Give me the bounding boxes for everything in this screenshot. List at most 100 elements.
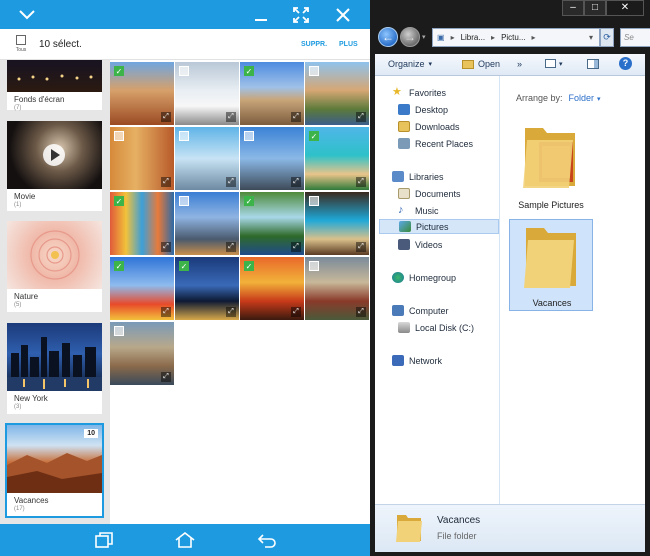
refresh-icon[interactable]: ⟳: [600, 28, 614, 47]
nav-computer[interactable]: Computer: [392, 303, 449, 318]
search-input[interactable]: Se: [620, 28, 650, 47]
breadcrumb-libraries[interactable]: Libra...: [461, 33, 485, 42]
minimize-icon[interactable]: [250, 0, 272, 29]
expand-icon[interactable]: ⤢: [356, 177, 366, 187]
change-view-icon[interactable]: ▾: [545, 59, 563, 68]
expand-icon[interactable]: ⤢: [356, 242, 366, 252]
open-button[interactable]: Open: [462, 59, 500, 69]
photo-tile[interactable]: ⤢: [305, 192, 369, 255]
minimize-button[interactable]: –: [562, 0, 584, 16]
back-icon[interactable]: [254, 526, 280, 554]
more-button[interactable]: PLUS: [339, 41, 358, 48]
album-nature[interactable]: Nature (5): [7, 221, 102, 312]
photo-tile[interactable]: ⤢: [175, 192, 239, 255]
photo-tile[interactable]: ⤢: [240, 127, 304, 190]
nav-local-disk[interactable]: Local Disk (C:): [398, 320, 474, 335]
expand-icon[interactable]: ⤢: [226, 242, 236, 252]
nav-pictures[interactable]: Pictures: [379, 219, 499, 234]
photo-checkbox[interactable]: [114, 326, 124, 336]
expand-icon[interactable]: ⤢: [291, 112, 301, 122]
photo-checkbox[interactable]: ✓: [244, 196, 254, 206]
expand-icon[interactable]: ⤢: [226, 177, 236, 187]
expand-icon[interactable]: ⤢: [161, 307, 171, 317]
photo-checkbox[interactable]: ✓: [309, 131, 319, 141]
photo-checkbox[interactable]: [179, 131, 189, 141]
close-button[interactable]: ✕: [606, 0, 644, 16]
dropdown-arrow-icon[interactable]: ▾: [597, 96, 601, 103]
expand-icon[interactable]: ⤢: [356, 307, 366, 317]
photo-tile[interactable]: ⤢: [305, 257, 369, 320]
photo-tile[interactable]: ✓ ⤢: [240, 192, 304, 255]
photo-checkbox[interactable]: ✓: [114, 261, 124, 271]
photo-tile[interactable]: ⤢: [175, 62, 239, 125]
expand-icon[interactable]: ⤢: [226, 112, 236, 122]
collapse-chevron-icon[interactable]: [16, 0, 38, 29]
nav-homegroup[interactable]: Homegroup: [392, 270, 456, 285]
select-all-checkbox[interactable]: Tous: [14, 35, 28, 55]
nav-desktop[interactable]: Desktop: [398, 102, 448, 117]
nav-documents[interactable]: Documents: [398, 186, 461, 201]
nav-network[interactable]: Network: [392, 353, 442, 368]
photo-checkbox[interactable]: ✓: [114, 66, 124, 76]
forward-arrow-icon[interactable]: →: [400, 27, 420, 47]
folder-sample-pictures[interactable]: Sample Pictures: [509, 120, 593, 212]
photo-checkbox[interactable]: [114, 131, 124, 141]
preview-pane-icon[interactable]: [587, 59, 599, 69]
expand-icon[interactable]: ⤢: [291, 242, 301, 252]
photo-checkbox[interactable]: [179, 196, 189, 206]
photo-tile[interactable]: ⤢: [110, 127, 174, 190]
photo-tile[interactable]: ✓ ⤢: [305, 127, 369, 190]
photo-tile[interactable]: ✓ ⤢: [175, 257, 239, 320]
album-fonds-d-ecran[interactable]: Fonds d'écran (7): [7, 60, 102, 111]
photo-checkbox[interactable]: ✓: [244, 66, 254, 76]
photo-tile[interactable]: ⤢: [175, 127, 239, 190]
nav-downloads[interactable]: Downloads: [398, 119, 460, 134]
photo-tile[interactable]: ⤢: [305, 62, 369, 125]
photo-tile[interactable]: ✓ ⤢: [240, 257, 304, 320]
photo-tile[interactable]: ✓ ⤢: [240, 62, 304, 125]
nav-favorites[interactable]: ★ Favorites: [392, 85, 446, 100]
expand-icon[interactable]: ⤢: [161, 112, 171, 122]
maximize-button[interactable]: □: [584, 0, 606, 16]
fullscreen-icon[interactable]: [290, 0, 312, 29]
organize-button[interactable]: Organize ▾: [388, 59, 432, 69]
expand-icon[interactable]: ⤢: [161, 177, 171, 187]
expand-icon[interactable]: ⤢: [161, 372, 171, 382]
folder-vacances[interactable]: Vacances: [509, 219, 593, 311]
nav-libraries[interactable]: Libraries: [392, 169, 444, 184]
address-path[interactable]: ▣ ▸ Libra... ▸ Pictu... ▸ ▾: [432, 28, 600, 47]
photo-tile[interactable]: ✓ ⤢: [110, 257, 174, 320]
expand-icon[interactable]: ⤢: [226, 307, 236, 317]
expand-icon[interactable]: ⤢: [356, 112, 366, 122]
nav-recent-places[interactable]: Recent Places: [398, 136, 473, 151]
expand-icon[interactable]: ⤢: [291, 307, 301, 317]
album-new-york[interactable]: New York (3): [7, 323, 102, 414]
photo-checkbox[interactable]: ✓: [244, 261, 254, 271]
more-commands-icon[interactable]: »: [517, 59, 522, 69]
path-dropdown-icon[interactable]: ▾: [589, 33, 593, 42]
photo-checkbox[interactable]: [244, 131, 254, 141]
history-dropdown-icon[interactable]: ▾: [422, 33, 426, 41]
photo-checkbox[interactable]: [309, 66, 319, 76]
album-vacances[interactable]: 10 Vacances (17): [5, 423, 104, 518]
album-movie[interactable]: Movie (1): [7, 121, 102, 211]
photo-checkbox[interactable]: ✓: [179, 261, 189, 271]
photo-tile[interactable]: ✓ ⤢: [110, 192, 174, 255]
home-icon[interactable]: [172, 526, 198, 554]
photo-checkbox[interactable]: ✓: [114, 196, 124, 206]
photo-checkbox[interactable]: [309, 196, 319, 206]
expand-icon[interactable]: ⤢: [291, 177, 301, 187]
photo-checkbox[interactable]: [179, 66, 189, 76]
nav-music[interactable]: ♪ Music: [398, 203, 439, 218]
recent-apps-icon[interactable]: [92, 526, 116, 554]
expand-icon[interactable]: ⤢: [161, 242, 171, 252]
photo-checkbox[interactable]: [309, 261, 319, 271]
delete-button[interactable]: SUPPR.: [301, 41, 327, 48]
photo-tile[interactable]: ✓ ⤢: [110, 62, 174, 125]
arrange-dropdown[interactable]: Folder: [569, 93, 595, 103]
breadcrumb-pictures[interactable]: Pictu...: [501, 33, 525, 42]
back-arrow-icon[interactable]: ←: [378, 27, 398, 47]
close-icon[interactable]: [332, 0, 354, 29]
nav-videos[interactable]: Videos: [398, 237, 442, 252]
help-icon[interactable]: ?: [619, 57, 632, 70]
